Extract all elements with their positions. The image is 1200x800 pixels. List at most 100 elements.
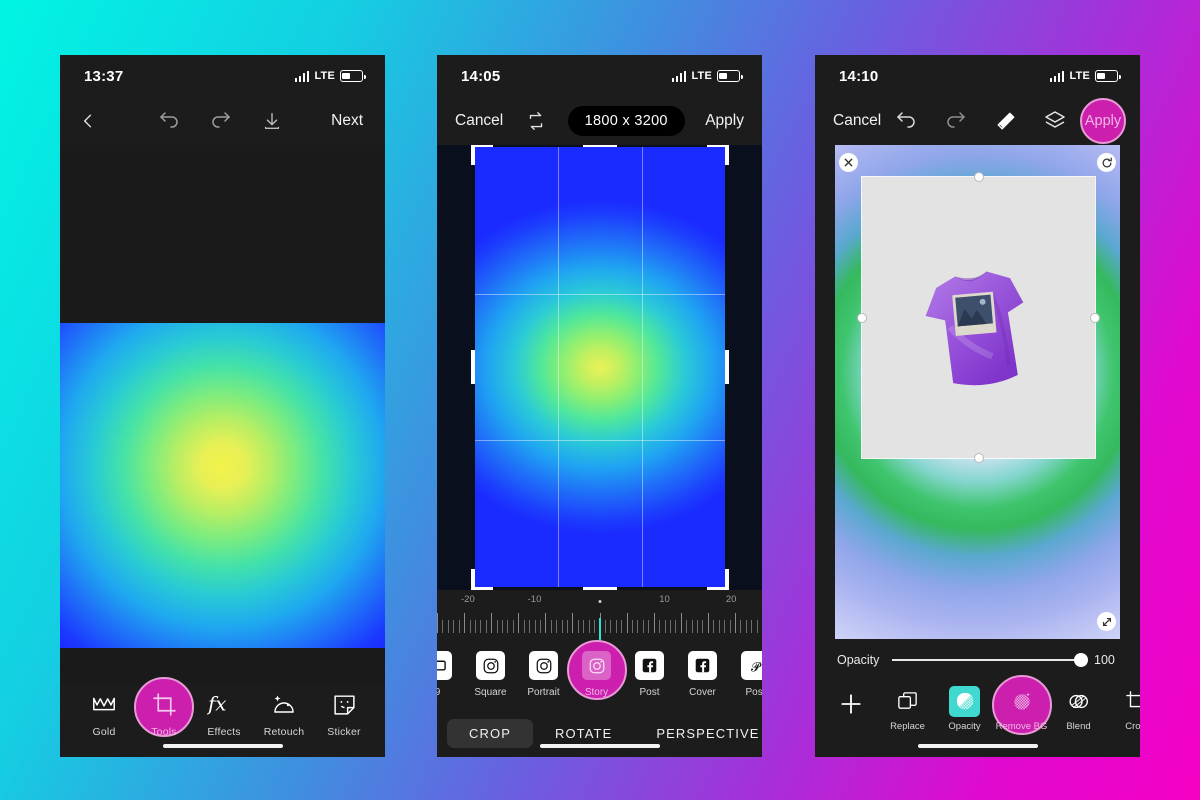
tool-blend[interactable]: Blend: [1050, 681, 1107, 732]
redo-icon[interactable]: [944, 109, 968, 133]
crop-handle-left[interactable]: [471, 350, 475, 384]
tshirt-image: [925, 271, 1024, 386]
network-label: LTE: [1069, 70, 1090, 82]
layers-icon[interactable]: [1043, 109, 1067, 133]
status-indicators: LTE: [671, 70, 743, 82]
sticker-face-icon: [332, 687, 357, 721]
facebook-icon: [635, 651, 664, 680]
crop-handle-right[interactable]: [725, 350, 729, 384]
selected-layer-box[interactable]: [857, 172, 1100, 463]
crop-icon: [1125, 686, 1140, 716]
crop-handle-top-right[interactable]: [707, 145, 729, 165]
editor-canvas[interactable]: [60, 145, 385, 683]
crop-frame-handles[interactable]: [471, 145, 729, 590]
tool-gold[interactable]: Gold: [74, 683, 134, 738]
crop-handle-top-left[interactable]: [471, 145, 493, 165]
replace-layers-icon: [896, 686, 919, 716]
crop-handle-bottom-left[interactable]: [471, 569, 493, 590]
redo-icon[interactable]: [209, 109, 233, 133]
status-indicators: LTE: [294, 70, 366, 82]
undo-icon[interactable]: [894, 109, 918, 133]
tool-label: Blend: [1066, 721, 1091, 732]
tool-label: Crop: [1125, 721, 1140, 732]
opacity-slider-knob[interactable]: [1074, 653, 1088, 667]
ratio-label: 9: [437, 687, 441, 698]
resize-handle-right[interactable]: [1090, 312, 1100, 323]
crop-canvas[interactable]: [437, 145, 762, 590]
crop-handle-bottom-right[interactable]: [707, 569, 729, 590]
opacity-value: 100: [1094, 653, 1115, 667]
rect-icon: [437, 651, 452, 680]
status-time: 14:05: [461, 67, 501, 85]
aspect-ratio-row: 9 Square Portrait Story Post Cover 𝓟 Pos: [437, 648, 762, 710]
next-button[interactable]: Next: [331, 112, 363, 130]
cancel-button[interactable]: Cancel: [455, 112, 503, 130]
undo-icon[interactable]: [157, 109, 181, 133]
ratio-fb-cover[interactable]: Cover: [676, 648, 729, 698]
status-time: 13:37: [84, 67, 124, 85]
battery-icon: [340, 70, 366, 82]
remove-bg-icon: [1011, 686, 1033, 716]
signal-icon: [671, 70, 687, 82]
eraser-icon[interactable]: [994, 110, 1017, 133]
face-sparkle-icon: [271, 687, 297, 721]
ratio-label: Portrait: [527, 687, 560, 698]
flip-rotate-icon[interactable]: [525, 110, 547, 132]
ratio-label: Post: [745, 687, 762, 698]
ratio-square[interactable]: Square: [464, 648, 517, 698]
ratio-fb-post[interactable]: Post: [623, 648, 676, 698]
battery-icon: [1095, 70, 1121, 82]
ratio-label: Cover: [689, 687, 716, 698]
ruler-labels: -20 -10 10 20: [437, 594, 762, 609]
editor-navbar: Next: [60, 97, 385, 145]
tool-label: Remove BG: [995, 721, 1048, 732]
opacity-slider[interactable]: [892, 653, 1088, 667]
layer-canvas[interactable]: [835, 145, 1120, 639]
resize-handle-top[interactable]: [973, 172, 984, 182]
download-icon[interactable]: [261, 110, 283, 132]
crown-icon: [91, 687, 117, 721]
ratio-pinterest-post[interactable]: 𝓟 Post: [729, 648, 762, 698]
pinterest-icon: 𝓟: [741, 651, 762, 680]
tool-retouch[interactable]: Retouch: [254, 683, 314, 738]
crop-size-pill[interactable]: 1800 x 3200: [567, 106, 685, 136]
tool-crop[interactable]: Crop: [1107, 681, 1140, 732]
tool-replace[interactable]: Replace: [879, 681, 936, 732]
tool-opacity[interactable]: Opacity: [936, 681, 993, 732]
layer-toolbar: Replace Opacity Remove BG Blend Cro: [815, 681, 1140, 757]
home-indicator: [162, 743, 283, 748]
crop-handle-top[interactable]: [583, 145, 617, 147]
apply-button[interactable]: Apply: [1080, 98, 1126, 144]
resize-handle-bottom[interactable]: [973, 453, 984, 463]
tool-label: Replace: [890, 721, 925, 732]
crop-navbar: Cancel 1800 x 3200 Apply: [437, 97, 762, 145]
tab-crop[interactable]: CROP: [447, 718, 533, 748]
back-icon[interactable]: [78, 111, 98, 131]
add-layer-button[interactable]: [829, 681, 873, 727]
resize-handle-left[interactable]: [857, 312, 867, 323]
close-icon[interactable]: [839, 153, 858, 172]
tool-label: Gold: [92, 726, 116, 738]
ratio-story[interactable]: Story: [570, 648, 623, 698]
rotate-icon[interactable]: [1097, 153, 1116, 172]
ruler-tick-label: -20: [461, 594, 475, 605]
crop-mode-tabs: CROP ROTATE PERSPECTIVE: [437, 710, 762, 756]
apply-button[interactable]: Apply: [705, 112, 744, 130]
tool-sticker[interactable]: Sticker: [314, 683, 374, 738]
resize-diagonal-icon[interactable]: [1097, 612, 1116, 631]
phone-screen-layer-editor: 14:10 LTE Cancel Apply Opacity 100 Repla…: [815, 55, 1140, 757]
layer-navbar: Cancel Apply: [815, 97, 1140, 145]
crop-icon: [152, 687, 177, 721]
ratio-16-9[interactable]: 9: [437, 648, 464, 698]
ratio-portrait[interactable]: Portrait: [517, 648, 570, 698]
network-label: LTE: [691, 70, 712, 82]
tool-label: Tools: [151, 726, 177, 738]
tool-remove-bg[interactable]: Remove BG: [993, 681, 1050, 732]
ruler-tick-label: -10: [527, 594, 542, 605]
tool-effects[interactable]: fx Effects: [194, 683, 254, 738]
canvas-image-gradient[interactable]: [60, 323, 385, 648]
tool-cut[interactable]: Cut: [374, 683, 385, 738]
cancel-button[interactable]: Cancel: [833, 112, 881, 130]
signal-icon: [294, 70, 310, 82]
tool-tools[interactable]: Tools: [134, 683, 194, 738]
